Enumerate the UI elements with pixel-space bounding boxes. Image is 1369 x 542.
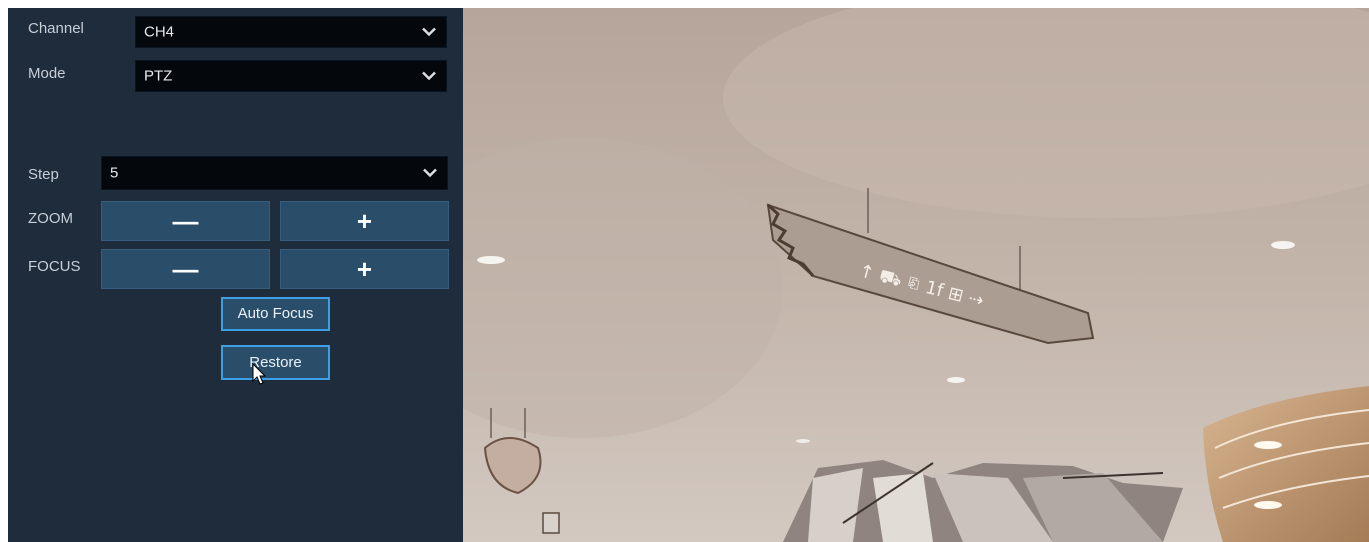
channel-select[interactable]: CH4 [135,16,447,48]
chevron-down-icon [422,24,436,41]
auto-focus-button[interactable]: Auto Focus [221,297,330,331]
focus-near-button[interactable]: — [101,249,270,289]
camera-feed-image: ↑ ⛟ ⎘ 1f ⊞ ⇢ [463,8,1369,542]
focus-far-button[interactable]: + [280,249,449,289]
step-label: Step [28,166,59,183]
mouse-cursor-icon [252,362,267,390]
restore-button[interactable]: Restore [221,345,330,380]
camera-live-view[interactable]: ↑ ⛟ ⎘ 1f ⊞ ⇢ [463,8,1369,542]
channel-label: Channel [28,20,84,37]
channel-value: CH4 [144,23,175,41]
mode-label: Mode [28,65,66,82]
zoom-label: ZOOM [28,210,73,227]
chevron-down-icon [423,165,437,182]
chevron-down-icon [422,68,436,85]
zoom-out-button[interactable]: — [101,201,270,241]
focus-label: FOCUS [28,258,81,275]
ptz-control-panel: Channel CH4 Mode PTZ Step 5 ZOOM — + FOC… [8,8,463,542]
zoom-in-button[interactable]: + [280,201,449,241]
step-value: 5 [110,164,119,182]
mode-value: PTZ [144,67,173,85]
mode-select[interactable]: PTZ [135,60,447,92]
step-select[interactable]: 5 [101,156,448,190]
